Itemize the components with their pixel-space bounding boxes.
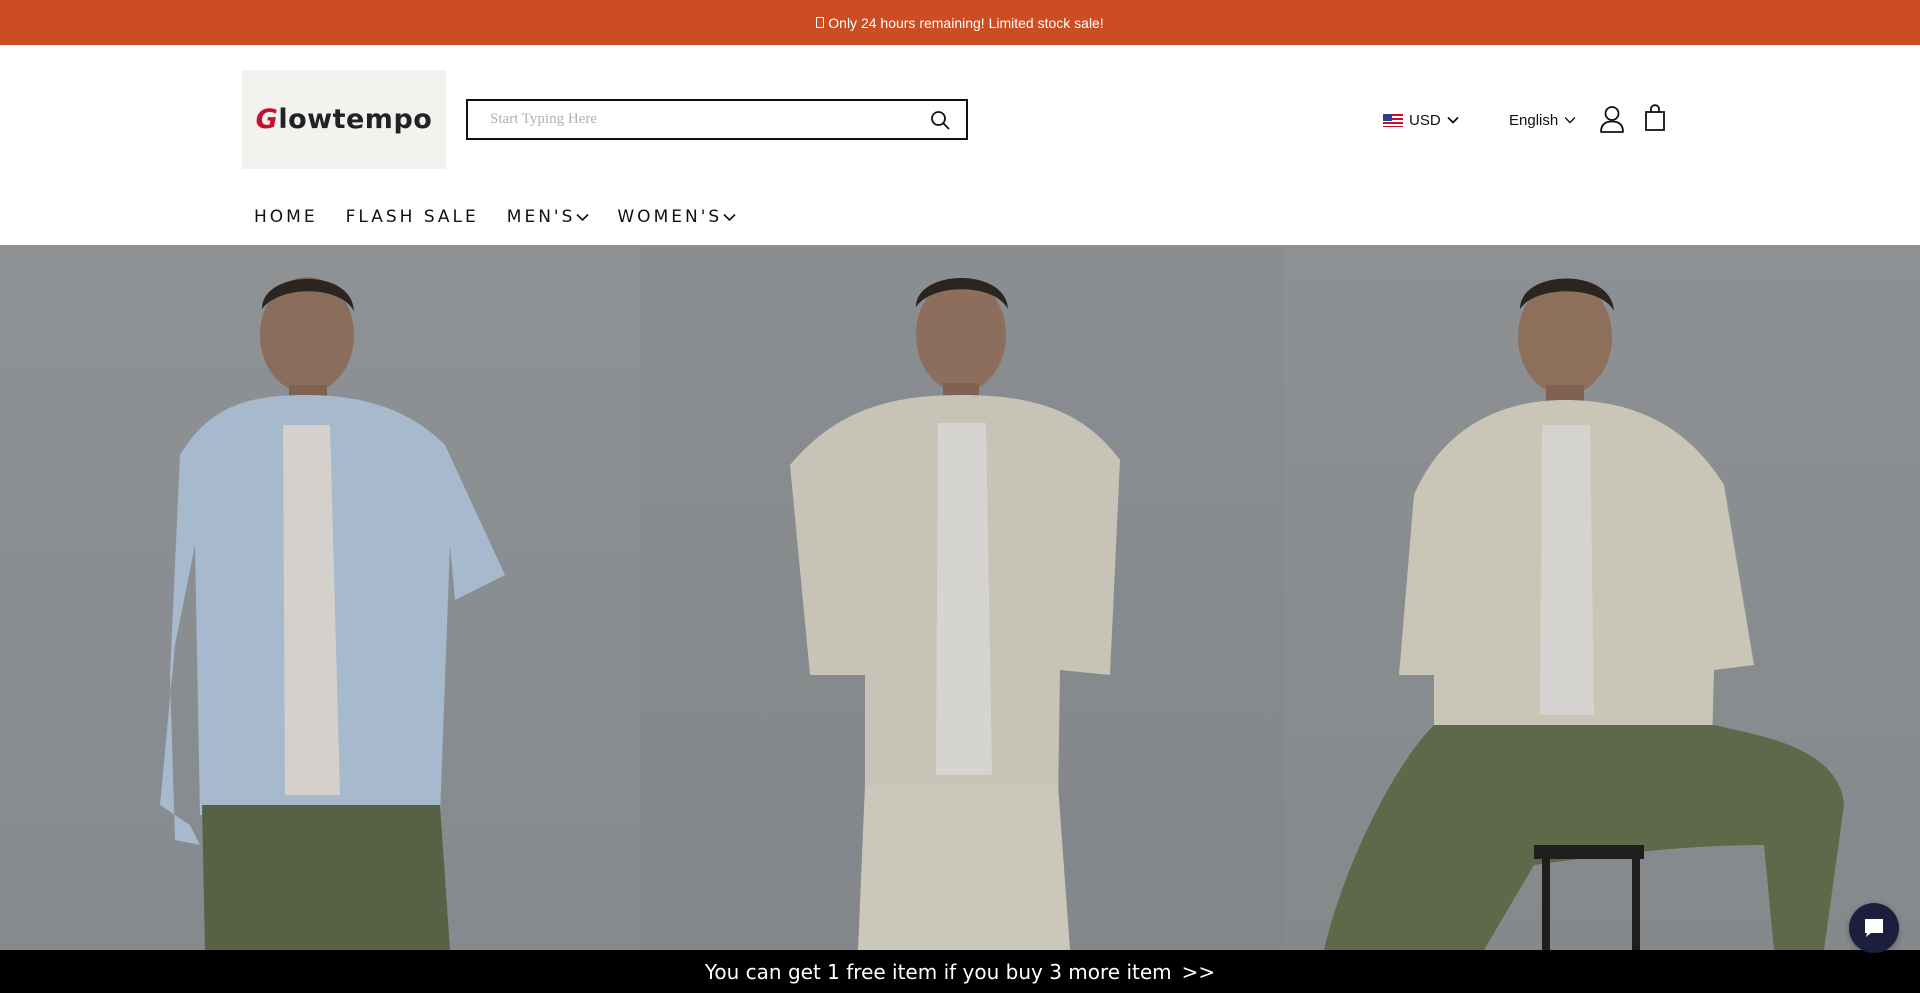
hero-image-model-seated [1284,245,1920,950]
main-nav: HOME FLASH SALE MEN'S WOMEN'S [254,207,736,227]
account-icon[interactable] [1599,105,1625,133]
promo-bar[interactable]: You can get 1 free item if you buy 3 mor… [0,950,1920,993]
hero-image-model-blue-shirt [0,245,640,950]
nav-item-home[interactable]: HOME [254,207,318,227]
hero-image-model-cream-outfit [640,245,1284,950]
chevron-down-icon [723,213,736,221]
currency-selector[interactable]: USD [1383,108,1459,132]
announcement-bar: Only 24 hours remaining! Limited stock s… [0,0,1920,45]
nav-item-flash-sale[interactable]: FLASH SALE [346,207,479,227]
chat-bubble-icon [1865,919,1883,937]
site-logo[interactable]: Glowtempo [242,70,446,169]
promo-arrows: >> [1181,959,1216,984]
search-bar [466,99,968,140]
model-illustration [790,278,1120,950]
chevron-down-icon [576,213,589,221]
language-label: English [1509,111,1559,129]
chevron-down-icon [1564,117,1576,124]
chevron-down-icon [1447,116,1459,124]
announcement-text: Only 24 hours remaining! Limited stock s… [828,14,1104,31]
logo-text: Glowtempo [255,104,433,135]
promo-text: You can get 1 free item if you buy 3 mor… [704,959,1172,984]
search-button[interactable] [914,101,966,138]
clock-icon [816,17,825,28]
hero-banner[interactable] [0,245,1920,950]
language-selector[interactable]: English [1509,108,1576,132]
nav-item-mens[interactable]: MEN'S [507,207,590,227]
model-illustration [1324,278,1844,950]
search-icon [931,110,950,129]
shopping-bag-icon[interactable] [1644,104,1666,132]
site-header: Glowtempo USD English HOME [0,45,1920,245]
currency-label: USD [1409,111,1441,129]
nav-item-womens[interactable]: WOMEN'S [617,207,736,227]
model-illustration [160,277,505,950]
chat-button[interactable] [1849,903,1899,953]
search-input[interactable] [468,101,914,138]
us-flag-icon [1383,113,1403,127]
